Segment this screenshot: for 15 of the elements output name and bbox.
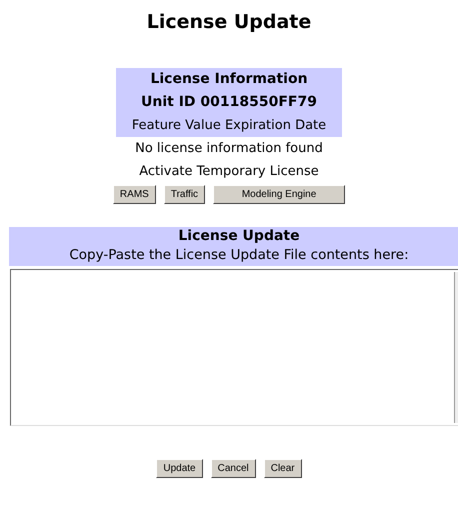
page-title: License Update [146, 10, 312, 34]
license-text-area[interactable] [10, 269, 458, 426]
action-button[interactable]: Update [156, 459, 203, 478]
action-button[interactable]: Clear [264, 459, 302, 478]
activate-label: Activate Temporary License [139, 163, 319, 181]
instructions: Copy-Paste the License Update File contents here: [69, 246, 409, 264]
unit-id: Unit ID 00118550FF79 [141, 93, 317, 112]
action-button[interactable]: Cancel [210, 459, 256, 478]
section-heading: License Information [150, 70, 308, 89]
column-headers: Feature Value Expiration Date [132, 117, 326, 135]
section-heading: License Update [178, 227, 300, 246]
status-message: No license information found [135, 140, 323, 158]
license-button[interactable]: Modeling Engine [213, 185, 346, 204]
license-button[interactable]: Traffic [164, 185, 206, 204]
license-button[interactable]: RAMS [112, 185, 156, 204]
